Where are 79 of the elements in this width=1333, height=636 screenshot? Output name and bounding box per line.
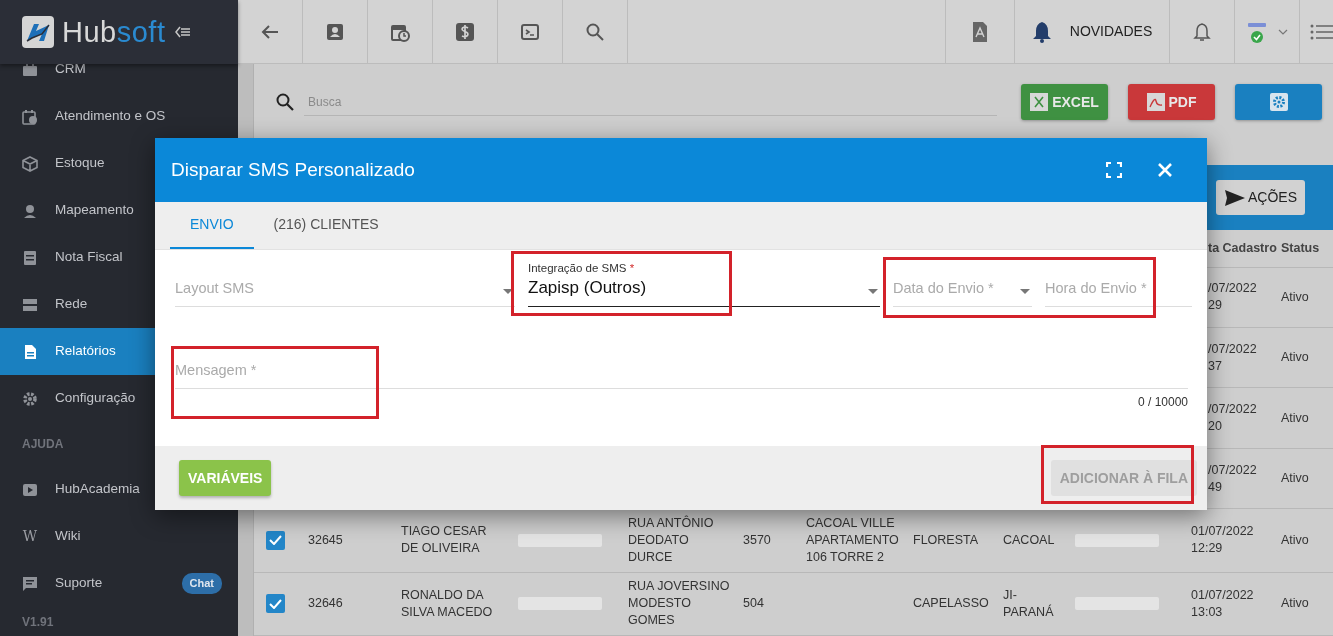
character-counter: 0 / 10000 [1136,394,1188,411]
chevron-down-icon [1278,28,1288,35]
play-icon [22,481,38,498]
chat-badge[interactable]: Chat [181,573,222,594]
table-cell: Ativo [1281,470,1309,488]
spreadsheet-icon [1030,93,1049,111]
person-pin-icon [22,202,38,219]
table-cell: JI-PARANÁ [1003,586,1055,621]
contact-card-icon [325,21,345,42]
close-icon [1157,162,1173,178]
search-icon [585,21,605,42]
table-cell: /07/2022 37 [1208,340,1257,375]
pdf-button[interactable]: PDF [1128,84,1215,120]
table-cell-text: Ativo [1281,595,1310,613]
send-icon [1224,188,1246,207]
search-field[interactable]: Busca [304,88,997,116]
fullscreen-button[interactable] [1106,162,1122,178]
table-cell-text: 01/07/2022 12:29 [1191,523,1255,558]
section-heading: AJUDA [21,436,65,453]
table-cell: Ativo [1281,288,1309,306]
column-header[interactable]: ta Cadastro [1208,239,1277,257]
table-cell: /07/2022 49 [1208,461,1257,496]
table-cell: RUA JOVERSINO MODESTO GOMES [628,578,731,630]
report-icon [22,343,38,360]
table-cell-text: RONALDO DA SILVA MACEDO [401,586,494,621]
checkbox[interactable] [266,530,285,550]
table-cell-text: 01/07/2022 13:03 [1191,586,1255,621]
table-cell-text: CAPELASSO [913,595,990,613]
sidebar-item[interactable]: Atendimento e OS [0,93,238,140]
calendar-clock-icon [22,108,38,125]
table-cell-text: 504 [743,595,765,613]
table-cell-text: TIAGO CESAR DE OLIVEIRA [401,523,488,558]
table-cell-text: CACOAL VILLE APARTAMENTO 106 TORRE 2 [806,514,900,566]
actions-button[interactable]: AÇÕES [1216,180,1305,215]
checkbox[interactable] [266,594,285,614]
collapse-icon[interactable] [175,26,192,38]
logo-text: Hubsoft [62,17,166,47]
dollar-icon [455,21,475,42]
search-icon [276,93,294,111]
caret-down-icon [503,289,513,294]
sidebar-item[interactable]: CRM [0,64,238,93]
message-icon [22,575,38,592]
bell-icon [1031,20,1052,43]
fullscreen-icon [1106,162,1122,178]
tab[interactable]: (216) CLIENTES [253,202,399,249]
settings-icon [1269,93,1288,111]
table-cell: CACOAL [1003,531,1055,549]
close-button[interactable] [1157,162,1173,178]
news-button[interactable]: NOVIDADES [1015,0,1170,63]
pdf-button[interactable] [945,0,1015,63]
caret-down-icon [868,289,878,294]
table-cell-text: FLORESTA [913,531,980,549]
cube-icon [22,155,38,172]
gear-icon [22,390,38,407]
list-icon [1310,23,1333,40]
wiki-icon: W [22,526,38,547]
logo-icon [22,16,54,48]
table-cell: /07/2022 20 [1208,401,1257,436]
table-cell-text: Ativo [1281,531,1310,549]
column-header[interactable]: Status [1281,239,1320,257]
table-cell: /07/2022 29 [1208,280,1257,315]
sidebar-item[interactable]: Suporte Chat [0,560,238,607]
caret-down-icon [1020,289,1030,294]
bell-icon [1193,21,1211,42]
dialog-title: Disparar SMS Personalizado [171,157,416,182]
sidebar-item[interactable]: W Wiki [0,513,238,560]
document-icon [22,249,38,266]
server-icon [22,296,38,313]
dropdown-field[interactable]: Integração de SMS * Zapisp (Outros) [528,255,880,307]
table-cell-text: 32646 [308,595,344,613]
version-label: V1.91 [21,614,55,631]
settings-button[interactable] [1235,84,1322,120]
table-cell: Ativo [1281,409,1309,427]
terminal-icon [520,21,540,42]
table-cell: Ativo [1281,349,1309,367]
table-cell-text: RUA ANTÔNIO DEODATO DURCE [628,514,715,566]
table-cell-text: 32645 [308,531,344,549]
briefcase-icon [22,64,38,78]
table-cell-text: 3570 [743,531,772,549]
